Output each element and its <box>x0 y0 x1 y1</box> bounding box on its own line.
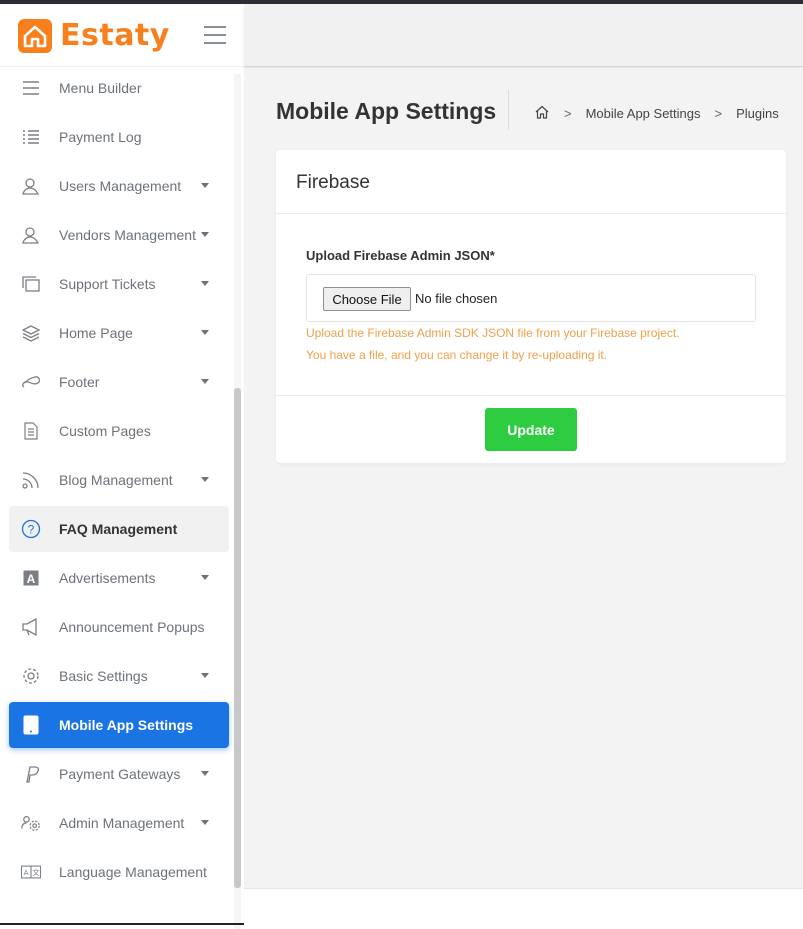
house-logo-icon[interactable] <box>18 19 52 53</box>
file-input[interactable]: Choose File No file chosen <box>306 274 756 322</box>
card-footer-divider <box>276 395 786 396</box>
svg-text:文: 文 <box>32 868 40 877</box>
caret-down-icon <box>201 232 209 237</box>
sidebar-item-label: Blog Management <box>59 472 173 488</box>
sidebar-item-custom-pages[interactable]: Custom Pages <box>9 408 229 454</box>
page-footer <box>244 888 803 929</box>
sidebar-item-footer[interactable]: Footer <box>9 359 229 405</box>
sidebar-item-basic-settings[interactable]: Basic Settings <box>9 653 229 699</box>
sidebar-item-label: Payment Gateways <box>59 766 181 782</box>
sidebar-item-mobile-app-settings[interactable]: Mobile App Settings <box>9 702 229 748</box>
sidebar-item-label: Basic Settings <box>59 668 148 684</box>
top-header <box>244 4 803 67</box>
megaphone-icon <box>21 617 41 637</box>
sidebar-item-support-tickets[interactable]: Support Tickets <box>9 261 229 307</box>
page-title: Mobile App Settings <box>276 98 497 124</box>
update-button[interactable]: Update <box>485 408 577 451</box>
caret-down-icon <box>201 379 209 384</box>
caret-down-icon <box>201 330 209 335</box>
svg-text:?: ? <box>28 523 35 537</box>
sidebar-item-advertisements[interactable]: A Advertisements <box>9 555 229 601</box>
card-title: Firebase <box>296 172 370 193</box>
tickets-icon <box>21 274 41 294</box>
caret-down-icon <box>201 575 209 580</box>
caret-down-icon <box>201 820 209 825</box>
page-icon <box>21 421 41 441</box>
vendors-icon <box>21 225 41 245</box>
chevron-right-icon: > <box>714 105 723 121</box>
sidebar-item-users-management[interactable]: Users Management <box>9 163 229 209</box>
question-icon: ? <box>21 519 41 539</box>
sidebar-item-label: FAQ Management <box>59 521 178 537</box>
sidebar-item-vendors-management[interactable]: Vendors Management <box>9 212 229 258</box>
scrollbar-thumb[interactable] <box>234 388 241 888</box>
sidebar-item-faq-management[interactable]: ? FAQ Management <box>9 506 229 552</box>
sidebar-item-label: Users Management <box>59 178 182 194</box>
caret-down-icon <box>201 673 209 678</box>
card-header: Firebase <box>276 150 786 214</box>
language-icon: A文 <box>21 862 41 882</box>
sidebar-item-payment-gateways[interactable]: Payment Gateways <box>9 751 229 797</box>
gear-icon <box>21 666 41 686</box>
sidebar: Estaty Menu Builder Payment Log Users Mana… <box>0 4 244 929</box>
sidebar-item-label: Menu Builder <box>59 80 142 96</box>
sidebar-item-label: Payment Log <box>59 129 142 145</box>
layers-icon <box>21 323 41 343</box>
sidebar-item-label: Vendors Management <box>59 227 196 243</box>
chevron-right-icon: > <box>564 105 572 121</box>
breadcrumb-item: Plugins <box>736 105 779 121</box>
caret-down-icon <box>201 281 209 286</box>
sidebar-item-label: Mobile App Settings <box>59 717 194 733</box>
sidebar-item-menu-builder[interactable]: Menu Builder <box>9 65 229 111</box>
brand-name[interactable]: Estaty <box>60 18 170 53</box>
main-content: Mobile App Settings > Mobile App Setting… <box>244 68 803 888</box>
paypal-icon <box>21 764 41 784</box>
choose-file-button[interactable]: Choose File <box>323 287 411 311</box>
sidebar-item-home-page[interactable]: Home Page <box>9 310 229 356</box>
sidebar-item-label: Home Page <box>59 325 133 341</box>
svg-text:A: A <box>27 572 36 586</box>
menu-icon <box>21 78 41 98</box>
field-label: Upload Firebase Admin JSON* <box>306 248 495 263</box>
sidebar-item-admin-management[interactable]: Admin Management <box>9 800 229 846</box>
sidebar-item-label: Custom Pages <box>59 423 151 439</box>
help-text: Upload the Firebase Admin SDK JSON file … <box>306 326 680 340</box>
sidebar-item-label: Advertisements <box>59 570 156 586</box>
list-icon <box>21 127 41 147</box>
tablet-icon <box>21 715 41 735</box>
sidebar-scrollbar[interactable] <box>234 74 241 929</box>
sidebar-item-label: Footer <box>59 374 100 390</box>
caret-down-icon <box>201 771 209 776</box>
footer-icon <box>21 372 41 392</box>
sidebar-item-announcement-popups[interactable]: Announcement Popups <box>9 604 229 650</box>
sidebar-item-label: Support Tickets <box>59 276 156 292</box>
svg-text:A: A <box>24 868 29 877</box>
firebase-card: Firebase Upload Firebase Admin JSON* Cho… <box>276 150 786 463</box>
brand-bar: Estaty <box>0 4 244 67</box>
hamburger-menu-icon[interactable] <box>204 26 226 44</box>
sidebar-item-label: Language Management <box>59 864 207 880</box>
sidebar-item-label: Announcement Popups <box>59 619 205 635</box>
ad-icon: A <box>21 568 41 588</box>
caret-down-icon <box>201 477 209 482</box>
title-divider <box>508 90 509 130</box>
breadcrumb-item[interactable]: Mobile App Settings <box>586 106 701 121</box>
admin-icon <box>21 813 41 833</box>
sidebar-item-language-management[interactable]: A 文 Language Management <box>9 849 229 895</box>
sidebar-item-label: Admin Management <box>59 815 185 831</box>
sidebar-item-payment-log[interactable]: Payment Log <box>9 114 229 160</box>
sidebar-item-blog-management[interactable]: Blog Management <box>9 457 229 503</box>
caret-down-icon <box>201 183 209 188</box>
breadcrumb: > Mobile App Settings > Plugins <box>534 103 779 123</box>
help-text: You have a file, and you can change it b… <box>306 348 608 362</box>
rss-icon <box>21 470 41 490</box>
file-status: No file chosen <box>415 291 498 306</box>
home-icon[interactable] <box>534 104 550 123</box>
users-icon <box>21 176 41 196</box>
